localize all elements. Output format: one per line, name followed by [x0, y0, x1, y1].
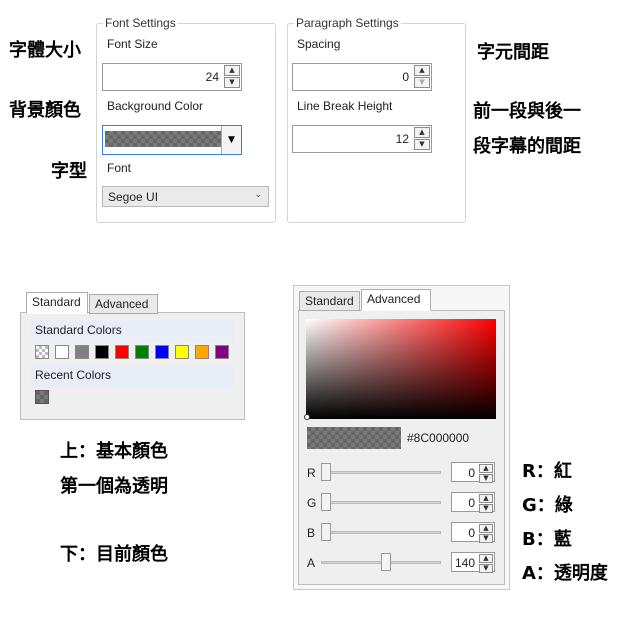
channel-r-label: R	[307, 466, 316, 480]
annotation-line-break-2: 段字幕的間距	[473, 136, 581, 157]
spacing-label: Spacing	[297, 37, 341, 51]
spacing-value: 0	[402, 70, 409, 84]
chevron-down-icon[interactable]: ▼	[221, 126, 241, 154]
standard-colors-window: Standard Colors Recent Colors Standard A…	[20, 287, 245, 420]
channel-g-slider[interactable]	[321, 501, 441, 504]
channel-a-stepper[interactable]: 140 ▲ ▼	[451, 552, 495, 573]
paragraph-settings-group: Paragraph Settings	[287, 16, 466, 223]
chevron-down-icon: ⌄	[254, 190, 262, 200]
spin-up-icon[interactable]: ▲	[479, 524, 493, 533]
color-swatch[interactable]	[135, 345, 149, 359]
channel-r-thumb[interactable]	[321, 463, 331, 481]
line-break-value: 12	[395, 132, 409, 146]
font-size-label: Font Size	[107, 37, 158, 51]
recent-colors-header: Recent Colors	[31, 365, 234, 387]
transparent-color-swatch[interactable]	[35, 345, 49, 359]
color-swatch[interactable]	[195, 345, 209, 359]
channel-r-slider[interactable]	[321, 471, 441, 474]
background-color-label: Background Color	[107, 99, 204, 113]
advanced-tab-content: #8C000000 R 0 ▲▼ G 0 ▲▼ B 0 ▲▼ A 140	[298, 310, 505, 585]
annotation-line-break-1: 前一段與後一	[473, 101, 581, 122]
spin-down-icon[interactable]: ▼	[224, 77, 240, 88]
annotation-r: R：紅	[522, 461, 572, 482]
annotation-font: 字型	[51, 161, 87, 182]
spacing-stepper[interactable]: 0 ▲ ▼	[292, 63, 432, 91]
color-swatch[interactable]	[155, 345, 169, 359]
spin-down-icon[interactable]: ▼	[479, 564, 493, 573]
color-swatch[interactable]	[115, 345, 129, 359]
spin-up-icon[interactable]: ▲	[479, 494, 493, 503]
spin-up-icon[interactable]: ▲	[414, 65, 430, 76]
paragraph-settings-legend: Paragraph Settings	[294, 16, 401, 30]
channel-b-value: 0	[468, 526, 475, 540]
spin-up-icon[interactable]: ▲	[414, 127, 430, 138]
annotation-b: B：藍	[522, 529, 572, 550]
selected-color-preview	[307, 427, 401, 449]
spin-down-icon[interactable]: ▼	[414, 139, 430, 150]
channel-g-thumb[interactable]	[321, 493, 331, 511]
channel-b-thumb[interactable]	[321, 523, 331, 541]
spin-up-icon[interactable]: ▲	[479, 464, 493, 473]
channel-b-slider[interactable]	[321, 531, 441, 534]
standard-tab-content: Standard Colors Recent Colors	[20, 312, 245, 420]
font-size-stepper[interactable]: 24 ▲ ▼	[102, 63, 242, 91]
spin-down-icon[interactable]: ▼	[479, 504, 493, 513]
tab-advanced[interactable]: Advanced	[361, 289, 431, 311]
channel-a-thumb[interactable]	[381, 553, 392, 571]
standard-colors-label: Standard Colors	[35, 323, 122, 337]
annotation-char-spacing: 字元間距	[477, 42, 549, 63]
channel-g-stepper[interactable]: 0 ▲ ▼	[451, 492, 495, 513]
font-label: Font	[107, 161, 132, 175]
font-select-value: Segoe UI	[108, 190, 159, 204]
spin-down-icon[interactable]: ▼	[414, 77, 430, 88]
tab-advanced[interactable]: Advanced	[89, 294, 158, 314]
color-gradient-picker[interactable]	[306, 319, 496, 419]
tab-standard[interactable]: Standard	[299, 291, 360, 311]
tab-standard[interactable]: Standard	[26, 292, 88, 314]
advanced-colors-window: #8C000000 R 0 ▲▼ G 0 ▲▼ B 0 ▲▼ A 140	[293, 285, 510, 590]
annotation-recent: 下：目前顏色	[60, 544, 168, 565]
channel-a-value: 140	[454, 556, 475, 570]
recent-color-swatch[interactable]	[35, 390, 49, 404]
channel-g-label: G	[307, 496, 317, 510]
channel-g-value: 0	[468, 496, 475, 510]
color-swatch[interactable]	[215, 345, 229, 359]
color-swatch[interactable]	[95, 345, 109, 359]
annotation-font-size: 字體大小	[9, 40, 81, 61]
color-swatch[interactable]	[75, 345, 89, 359]
line-break-label: Line Break Height	[297, 99, 393, 113]
annotation-standard-2: 第一個為透明	[60, 476, 168, 497]
annotation-background-color: 背景顏色	[9, 100, 81, 121]
annotation-g: G：綠	[522, 495, 573, 516]
annotation-standard-1: 上：基本顏色	[60, 441, 168, 462]
spin-up-icon[interactable]: ▲	[479, 554, 493, 563]
color-swatch[interactable]	[55, 345, 69, 359]
channel-r-value: 0	[468, 466, 475, 480]
font-select[interactable]: Segoe UI ⌄	[102, 186, 269, 207]
font-size-value: 24	[205, 70, 219, 84]
annotation-a: A：透明度	[522, 563, 608, 584]
hex-value: #8C000000	[407, 431, 470, 445]
standard-colors-header: Standard Colors	[31, 320, 234, 342]
color-swatch[interactable]	[175, 345, 189, 359]
channel-b-label: B	[307, 526, 316, 540]
color-preview-swatch	[105, 131, 222, 147]
channel-a-label: A	[307, 556, 316, 570]
spin-down-icon[interactable]: ▼	[479, 474, 493, 483]
gradient-selector-handle[interactable]	[304, 414, 310, 420]
spin-down-icon[interactable]: ▼	[479, 534, 493, 543]
line-break-stepper[interactable]: 12 ▲ ▼	[292, 125, 432, 153]
channel-r-stepper[interactable]: 0 ▲ ▼	[451, 462, 495, 483]
font-settings-legend: Font Settings	[103, 16, 178, 30]
spin-up-icon[interactable]: ▲	[224, 65, 240, 76]
recent-colors-label: Recent Colors	[35, 368, 112, 382]
channel-b-stepper[interactable]: 0 ▲ ▼	[451, 522, 495, 543]
standard-colors-row	[35, 345, 245, 361]
background-color-picker[interactable]: ▼	[102, 125, 242, 155]
